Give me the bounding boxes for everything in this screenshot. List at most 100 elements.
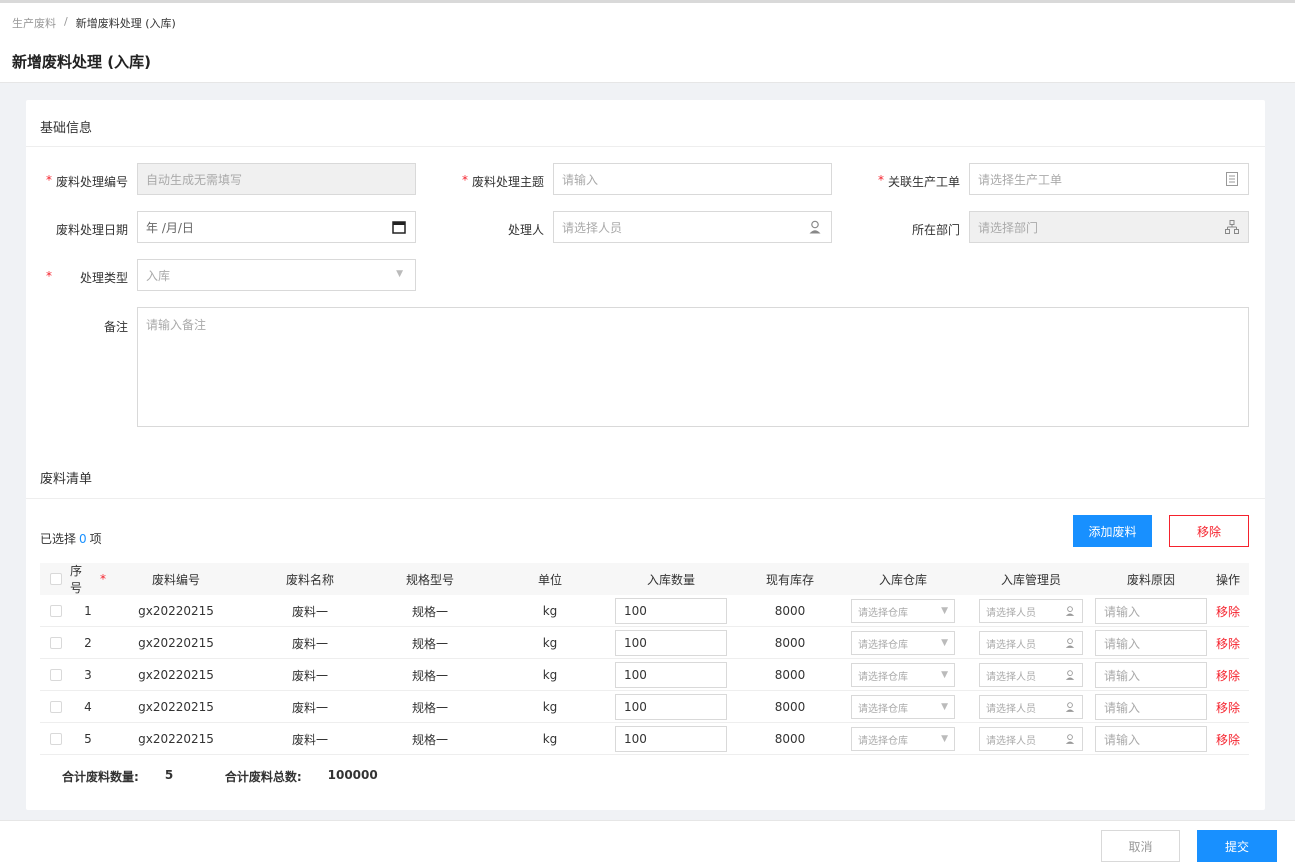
table-row: 4 gx20220215 废料一 规格一 kg 100 8000 请选择仓库 ▼ …: [40, 691, 1249, 723]
calendar-icon[interactable]: [391, 219, 407, 235]
row-checkbox[interactable]: [50, 637, 62, 649]
reason-input[interactable]: 请输入: [1095, 662, 1207, 688]
person-icon[interactable]: [807, 219, 823, 235]
row-name: 废料一: [291, 604, 328, 619]
caret-down-icon: ▼: [941, 702, 948, 712]
warehouse-select[interactable]: 请选择仓库 ▼: [851, 663, 955, 687]
work-order-select[interactable]: 请选择生产工单: [969, 163, 1249, 195]
warehouse-select[interactable]: 请选择仓库 ▼: [851, 727, 955, 751]
warehouse-select[interactable]: 请选择仓库 ▼: [851, 599, 955, 623]
select-all-checkbox[interactable]: [50, 573, 62, 585]
col-stock: 现有库存: [765, 572, 814, 587]
breadcrumb-separator: /: [64, 15, 68, 28]
required-mark: *: [100, 572, 106, 586]
col-manager: 入库管理员: [1000, 572, 1061, 587]
code-placeholder: 自动生成无需填写: [146, 172, 243, 187]
row-index: 4: [84, 700, 92, 714]
row-stock: 8000: [774, 604, 806, 618]
row-unit: kg: [542, 700, 558, 714]
page-header: 生产废料 / 新增废料处理 (入库) 新增废料处理 (入库): [0, 3, 1295, 83]
row-remove-link[interactable]: 移除: [1216, 667, 1240, 684]
col-index: 序号 *: [70, 564, 106, 595]
remark-label: 备注: [103, 320, 128, 334]
qty-input[interactable]: 100: [615, 662, 727, 688]
table-row: 2 gx20220215 废料一 规格一 kg 100 8000 请选择仓库 ▼ …: [40, 627, 1249, 659]
person-icon: [1065, 734, 1075, 744]
cancel-button[interactable]: 取消: [1101, 830, 1180, 862]
row-checkbox[interactable]: [50, 701, 62, 713]
caret-down-icon: ▼: [941, 606, 948, 616]
person-icon: [1065, 670, 1075, 680]
row-checkbox[interactable]: [50, 733, 62, 745]
divider: [26, 498, 1265, 499]
row-name: 废料一: [291, 668, 328, 683]
type-select[interactable]: 入库 ▼: [137, 259, 416, 291]
caret-down-icon: ▼: [941, 670, 948, 680]
table-header: 序号 * 废料编号 废料名称 规格型号 单位 入库数量 现有库存 入库仓库 入库管…: [40, 563, 1249, 595]
qty-input[interactable]: 100: [615, 598, 727, 624]
org-chart-icon[interactable]: [1224, 219, 1240, 235]
manager-select[interactable]: 请选择人员: [979, 727, 1083, 751]
handler-label: 处理人: [507, 223, 544, 237]
row-checkbox[interactable]: [50, 669, 62, 681]
row-remove-link[interactable]: 移除: [1216, 699, 1240, 716]
warehouse-select[interactable]: 请选择仓库 ▼: [851, 631, 955, 655]
total-label: 合计废料总数:: [224, 770, 302, 784]
reason-input[interactable]: 请输入: [1095, 726, 1207, 752]
waste-table: 序号 * 废料编号 废料名称 规格型号 单位 入库数量 现有库存 入库仓库 入库管…: [40, 563, 1249, 755]
table-row: 1 gx20220215 废料一 规格一 kg 100 8000 请选择仓库 ▼ …: [40, 595, 1249, 627]
count-label: 合计废料数量:: [62, 770, 139, 784]
department-label: 所在部门: [911, 223, 960, 237]
row-checkbox[interactable]: [50, 605, 62, 617]
submit-button[interactable]: 提交: [1197, 830, 1277, 862]
qty-input[interactable]: 100: [615, 726, 727, 752]
row-spec: 规格一: [411, 732, 448, 747]
col-code: 废料编号: [151, 572, 200, 587]
row-code: gx20220215: [138, 636, 214, 650]
col-reason: 废料原因: [1126, 572, 1175, 587]
warehouse-select[interactable]: 请选择仓库 ▼: [851, 695, 955, 719]
table-row: 3 gx20220215 废料一 规格一 kg 100 8000 请选择仓库 ▼ …: [40, 659, 1249, 691]
row-remove-link[interactable]: 移除: [1216, 731, 1240, 748]
handler-select[interactable]: 请选择人员: [553, 211, 832, 243]
person-icon: [1065, 702, 1075, 712]
code-label: 废料处理编号: [55, 175, 128, 189]
qty-input[interactable]: 100: [615, 694, 727, 720]
manager-select[interactable]: 请选择人员: [979, 695, 1083, 719]
type-value: 入库: [146, 268, 171, 283]
manager-select[interactable]: 请选择人员: [979, 631, 1083, 655]
manager-select[interactable]: 请选择人员: [979, 599, 1083, 623]
manager-select[interactable]: 请选择人员: [979, 663, 1083, 687]
row-remove-link[interactable]: 移除: [1216, 603, 1240, 620]
date-placeholder: 年 /月/日: [146, 220, 194, 235]
breadcrumb-parent[interactable]: 生产废料: [12, 15, 56, 31]
basic-section-title: 基础信息: [40, 121, 93, 136]
code-field: 自动生成无需填写: [137, 163, 416, 195]
selected-suffix: 项: [89, 532, 102, 546]
divider: [26, 146, 1265, 147]
document-icon[interactable]: [1224, 171, 1240, 187]
add-waste-button[interactable]: 添加废料: [1073, 515, 1152, 547]
selected-prefix: 已选择: [40, 532, 77, 546]
work-order-placeholder: 请选择生产工单: [978, 172, 1063, 187]
row-code: gx20220215: [138, 700, 214, 714]
person-icon: [1065, 638, 1075, 648]
subject-input[interactable]: 请输入: [553, 163, 832, 195]
handler-placeholder: 请选择人员: [562, 220, 623, 235]
department-select[interactable]: 请选择部门: [969, 211, 1249, 243]
subject-label: 废料处理主题: [471, 175, 544, 189]
caret-down-icon: ▼: [941, 734, 948, 744]
row-code: gx20220215: [138, 668, 214, 682]
row-remove-link[interactable]: 移除: [1216, 635, 1240, 652]
row-code: gx20220215: [138, 604, 214, 618]
selected-count: 0: [79, 532, 87, 546]
row-unit: kg: [542, 732, 558, 746]
reason-input[interactable]: 请输入: [1095, 630, 1207, 656]
remove-button[interactable]: 移除: [1169, 515, 1249, 547]
reason-input[interactable]: 请输入: [1095, 598, 1207, 624]
remark-textarea[interactable]: 请输入备注: [137, 307, 1249, 427]
reason-input[interactable]: 请输入: [1095, 694, 1207, 720]
qty-input[interactable]: 100: [615, 630, 727, 656]
date-input[interactable]: 年 /月/日: [137, 211, 416, 243]
caret-down-icon: ▼: [396, 269, 403, 279]
